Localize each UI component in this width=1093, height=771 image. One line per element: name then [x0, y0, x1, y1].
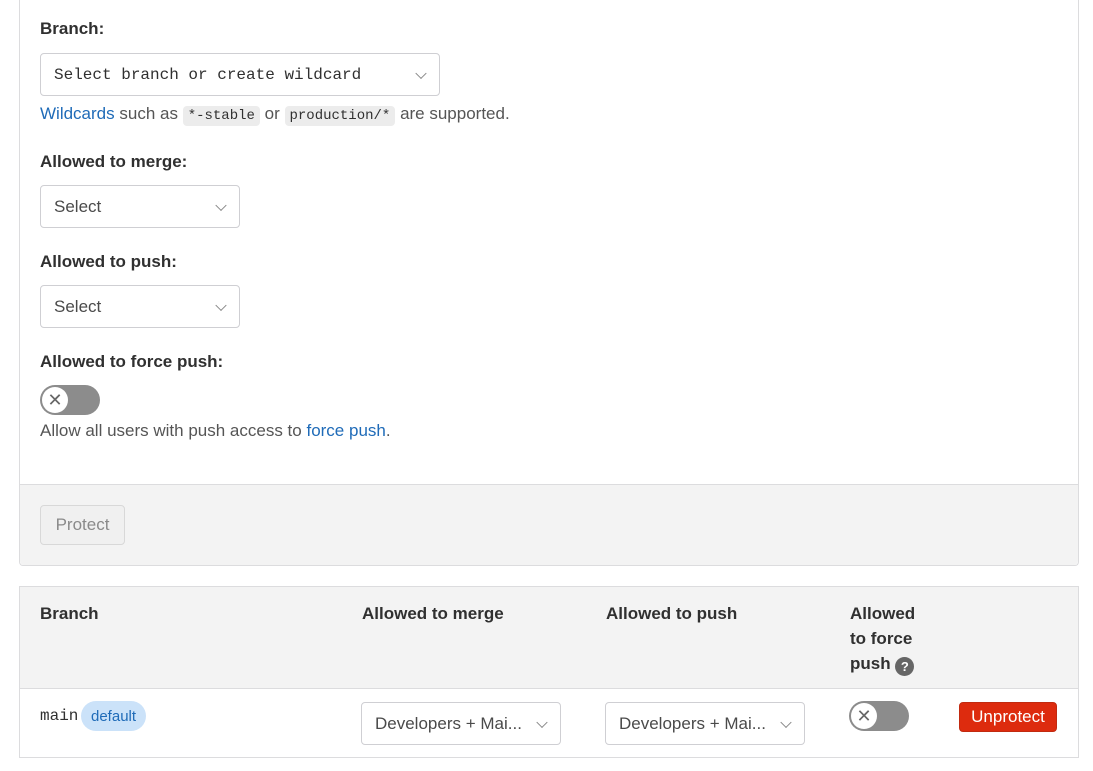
push-select[interactable]: Select [40, 285, 240, 328]
header-force-push-line1: Allowed [850, 604, 916, 623]
chevron-down-icon [780, 716, 792, 728]
merge-label: Allowed to merge: [40, 152, 188, 171]
row-push-select[interactable]: Developers + Mai... [605, 702, 805, 745]
wildcards-link[interactable]: Wildcards [40, 104, 115, 123]
header-force-push-line2: to force [850, 629, 913, 648]
branch-select[interactable]: Select branch or create wildcard [40, 53, 440, 96]
wildcard-example-production: production/* [284, 106, 396, 126]
wildcard-example-stable: *-stable [182, 106, 260, 126]
branch-label: Branch: [40, 19, 105, 38]
chevron-down-icon [415, 67, 427, 79]
wildcard-help-text2: or [264, 104, 280, 123]
row-force-push-toggle[interactable]: ✕ [849, 701, 909, 731]
force-push-link[interactable]: force push [306, 421, 385, 440]
table-header: Branch Allowed to merge Allowed to push … [20, 587, 1078, 689]
protected-branches-table: Branch Allowed to merge Allowed to push … [19, 586, 1079, 758]
protect-button[interactable]: Protect [40, 505, 125, 545]
form-footer: Protect [20, 484, 1078, 565]
protect-branch-form: Branch: Select branch or create wildcard… [19, 0, 1079, 566]
force-push-label: Allowed to force push: [40, 352, 224, 371]
force-push-toggle[interactable]: ✕ [40, 385, 100, 415]
header-allowed-to-force-push: Allowed to force push ? [850, 601, 915, 676]
push-select-value: Select [54, 296, 102, 316]
row-merge-select[interactable]: Developers + Mai... [361, 702, 561, 745]
wildcard-help-text1: such as [119, 104, 178, 123]
force-push-help-prefix: Allow all users with push access to [40, 421, 302, 440]
header-branch: Branch [40, 604, 99, 623]
question-circle-icon[interactable]: ? [895, 657, 915, 676]
wildcard-help-text3: are supported. [400, 104, 510, 123]
unprotect-button[interactable]: Unprotect [959, 702, 1057, 732]
wildcard-help-text: Wildcards such as *-stable or production… [40, 104, 510, 126]
chevron-down-icon [215, 199, 227, 211]
header-allowed-to-merge: Allowed to merge [362, 604, 504, 623]
force-push-help-suffix: . [385, 421, 391, 440]
header-force-push-line3: push [850, 654, 891, 673]
merge-select-value: Select [54, 196, 102, 216]
row-merge-select-value: Developers + Mai... [375, 713, 522, 733]
merge-select[interactable]: Select [40, 185, 240, 228]
default-badge: default [81, 701, 147, 731]
row-push-select-value: Developers + Mai... [619, 713, 766, 733]
force-push-help-text: Allow all users with push access to forc… [40, 421, 391, 441]
close-icon: ✕ [42, 387, 68, 413]
close-icon: ✕ [851, 703, 877, 729]
chevron-down-icon [536, 716, 548, 728]
header-allowed-to-push: Allowed to push [606, 604, 738, 623]
push-label: Allowed to push: [40, 252, 177, 271]
branch-name: main [40, 707, 79, 725]
chevron-down-icon [215, 299, 227, 311]
branch-select-placeholder: Select branch or create wildcard [54, 65, 362, 84]
